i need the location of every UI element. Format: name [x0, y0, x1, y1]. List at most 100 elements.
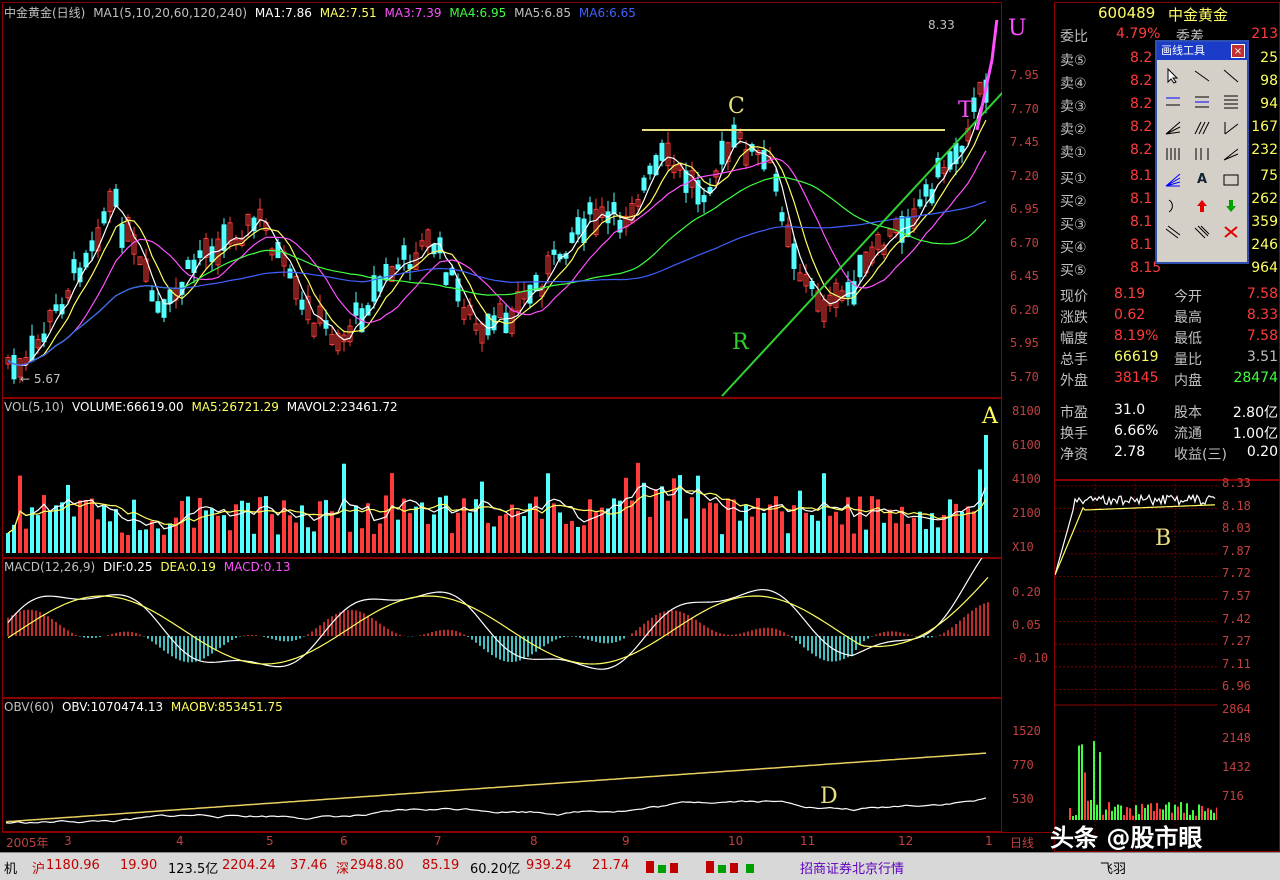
delete-icon[interactable]	[1217, 219, 1245, 244]
volume-bar	[264, 496, 268, 553]
fund-label-1: 净资	[1060, 447, 1088, 463]
volume-bar	[936, 527, 940, 553]
volume-bar	[504, 514, 508, 553]
volume-bar	[750, 516, 754, 553]
intraday-chart[interactable]	[1055, 480, 1217, 850]
intraday-price-tick: 7.72	[1222, 566, 1251, 581]
volume-bar	[690, 497, 694, 553]
stat-label-2: 最低	[1174, 331, 1202, 347]
down-arrow-icon[interactable]	[1217, 193, 1245, 218]
candle-body	[917, 199, 923, 207]
sell-volume: 25	[1260, 50, 1278, 66]
obv-chart[interactable]	[2, 698, 1002, 832]
channel-icon[interactable]	[1188, 89, 1216, 114]
volume-bar	[144, 529, 148, 553]
obv-tick: 530	[1012, 792, 1034, 806]
double-line-icon[interactable]	[1159, 219, 1187, 244]
candle-body	[701, 195, 707, 203]
status-left-label[interactable]: 机	[4, 858, 17, 877]
volume-bar	[480, 481, 484, 553]
volume-bar	[90, 498, 94, 553]
date-tick: 1	[985, 834, 993, 848]
fibonacci-fan-icon[interactable]	[1159, 167, 1187, 192]
buy-volume: 75	[1260, 168, 1278, 184]
arc-tool-icon[interactable]	[1159, 193, 1187, 218]
speed-line-icon[interactable]	[1188, 115, 1216, 140]
volume-chart[interactable]	[2, 398, 1002, 558]
sell-price: 8.2	[1130, 50, 1153, 66]
volume-bar	[426, 523, 430, 553]
date-tick: 2005年	[6, 836, 49, 850]
sell-price: 8.2	[1130, 142, 1153, 158]
volume-bar	[216, 515, 220, 553]
triple-line-icon[interactable]	[1188, 219, 1216, 244]
volume-bar	[804, 512, 808, 553]
fan-line-icon[interactable]	[1159, 115, 1187, 140]
sell-label: 卖①	[1060, 145, 1087, 161]
percent-line-icon[interactable]	[1217, 89, 1245, 114]
vertical-lines-icon[interactable]	[1159, 141, 1187, 166]
candle-body	[641, 177, 647, 191]
buy-price: 8.1	[1130, 168, 1153, 184]
stat-label-1: 总手	[1060, 352, 1088, 368]
volume-bar	[510, 504, 514, 553]
status-right-label: 飞羽	[1100, 862, 1127, 877]
volume-ma-lines	[7, 484, 987, 534]
trend-arrow-line	[721, 91, 1002, 397]
up-arrow-icon[interactable]	[1188, 193, 1216, 218]
sell-volume: 232	[1251, 142, 1278, 158]
candle-body	[287, 268, 293, 279]
maobv-line	[5, 752, 987, 823]
drawing-tool-window[interactable]: 画线工具 × A	[1155, 40, 1249, 264]
volume-bar	[558, 512, 562, 553]
cycle-lines-icon[interactable]	[1188, 141, 1216, 166]
volume-bar	[6, 533, 10, 553]
intraday-price-tick: 7.27	[1222, 634, 1251, 649]
drawing-tool-titlebar[interactable]: 画线工具 ×	[1157, 42, 1247, 60]
volume-bar	[390, 473, 394, 553]
cursor-tool-icon[interactable]	[1159, 63, 1187, 88]
candle-body	[569, 232, 575, 243]
stat-label-2: 最高	[1174, 310, 1202, 326]
price-tick: 5.70	[1010, 369, 1039, 384]
parallel-line-icon[interactable]	[1159, 89, 1187, 114]
rectangle-tool-icon[interactable]	[1217, 167, 1245, 192]
intraday-price-tick: 7.87	[1222, 543, 1251, 558]
volume-bar	[552, 503, 556, 553]
macd-chart[interactable]	[2, 558, 1002, 698]
price-tick: 6.70	[1010, 235, 1039, 250]
intraday-volume-bar	[1090, 799, 1092, 820]
sell-label: 卖④	[1060, 76, 1087, 92]
volume-bar	[270, 514, 274, 553]
ray-line-icon[interactable]	[1217, 63, 1245, 88]
gann-fan-icon[interactable]	[1217, 141, 1245, 166]
gann-line-icon[interactable]	[1217, 115, 1245, 140]
candle-body	[719, 140, 725, 165]
volume-bar	[702, 508, 706, 553]
ma1-value: MA1:7.86	[254, 6, 312, 20]
volume-bar	[306, 527, 310, 553]
intraday-volume-bar	[1093, 741, 1095, 820]
candle-body	[197, 250, 203, 258]
candle-body	[731, 124, 737, 148]
volume-bar	[924, 529, 928, 553]
fundamental-row: 市盈 31.0 股本 2.80亿	[1058, 400, 1280, 423]
stat-row: 外盘 38145 内盘 28474	[1058, 368, 1280, 391]
volume-bar	[294, 522, 298, 553]
stat-row: 幅度 8.19% 最低 7.58	[1058, 326, 1280, 349]
fund-label-1: 市盈	[1060, 405, 1088, 421]
sz-change: 37.46	[290, 858, 328, 873]
volume-bar	[834, 511, 838, 553]
fund-value-1: 2.78	[1114, 444, 1146, 460]
close-button[interactable]: ×	[1231, 44, 1245, 58]
price-chart[interactable]	[2, 20, 1002, 398]
price-tick: 6.95	[1010, 202, 1039, 216]
line-segment-icon[interactable]	[1188, 63, 1216, 88]
ma3-line	[7, 150, 987, 366]
text-tool-icon[interactable]: A	[1188, 167, 1216, 192]
volume-bar	[942, 514, 946, 553]
candle-body	[791, 243, 797, 269]
volume-bar	[120, 532, 124, 553]
volume-bar	[108, 521, 112, 553]
label-u: U	[1008, 16, 1027, 41]
